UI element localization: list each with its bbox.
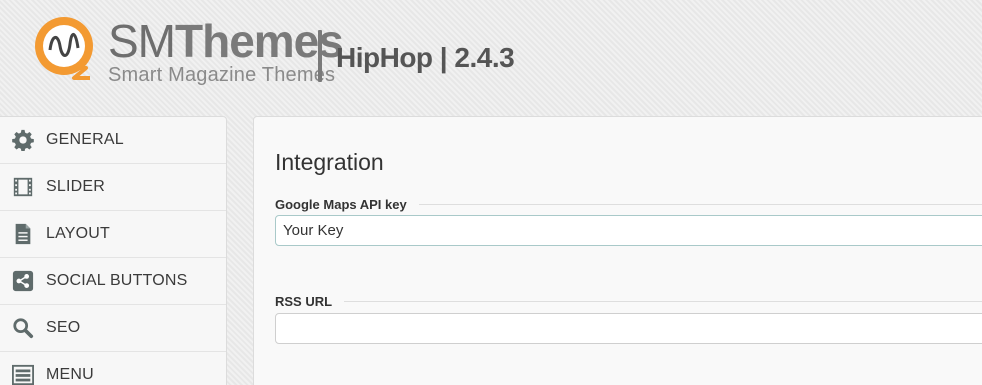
rss-url-input[interactable] [275,313,982,344]
sidebar-item-label: MENU [46,366,94,383]
sidebar-item-menu[interactable]: MENU [0,352,226,385]
header-divider [318,30,322,82]
search-icon [0,317,46,339]
sidebar-item-label: GENERAL [46,131,124,148]
settings-panel: Integration Google Maps API key RSS URL [253,116,982,385]
sidebar-item-label: SOCIAL BUTTONS [46,272,188,289]
sidebar-item-label: SEO [46,319,81,336]
panel-title: Integration [275,149,384,175]
brand-tagline: Smart Magazine Themes [108,64,336,86]
document-icon [0,223,46,245]
film-strip-icon [0,176,46,198]
theme-version: HipHop | 2.4.3 [336,42,515,73]
smthemes-logo-icon[interactable] [30,14,102,90]
share-icon [0,270,46,292]
brand-name-sm: SM [108,15,176,67]
sidebar: GENERAL SLIDER LAYOUT SOCIAL BUTTONS SEO… [0,116,227,385]
label-divider [418,203,982,205]
label-divider [344,300,982,302]
sidebar-item-seo[interactable]: SEO [0,305,226,352]
gear-icon [0,129,46,151]
rss-url-label-row: RSS URL [275,293,982,309]
menu-list-icon [0,364,46,385]
sidebar-item-label: LAYOUT [46,225,111,242]
sidebar-item-slider[interactable]: SLIDER [0,164,226,211]
sidebar-item-layout[interactable]: LAYOUT [0,211,226,258]
rss-url-label: RSS URL [275,293,333,309]
google-maps-api-key-label: Google Maps API key [275,196,407,212]
google-maps-api-key-input[interactable] [275,215,982,246]
header: SMThemes Smart Magazine Themes HipHop | … [0,0,982,115]
google-maps-label-row: Google Maps API key [275,196,982,212]
brand: SMThemes Smart Magazine Themes [108,15,344,87]
sidebar-item-label: SLIDER [46,178,105,195]
sidebar-item-general[interactable]: GENERAL [0,117,226,164]
sidebar-item-social-buttons[interactable]: SOCIAL BUTTONS [0,258,226,305]
brand-name: SMThemes [108,15,344,67]
